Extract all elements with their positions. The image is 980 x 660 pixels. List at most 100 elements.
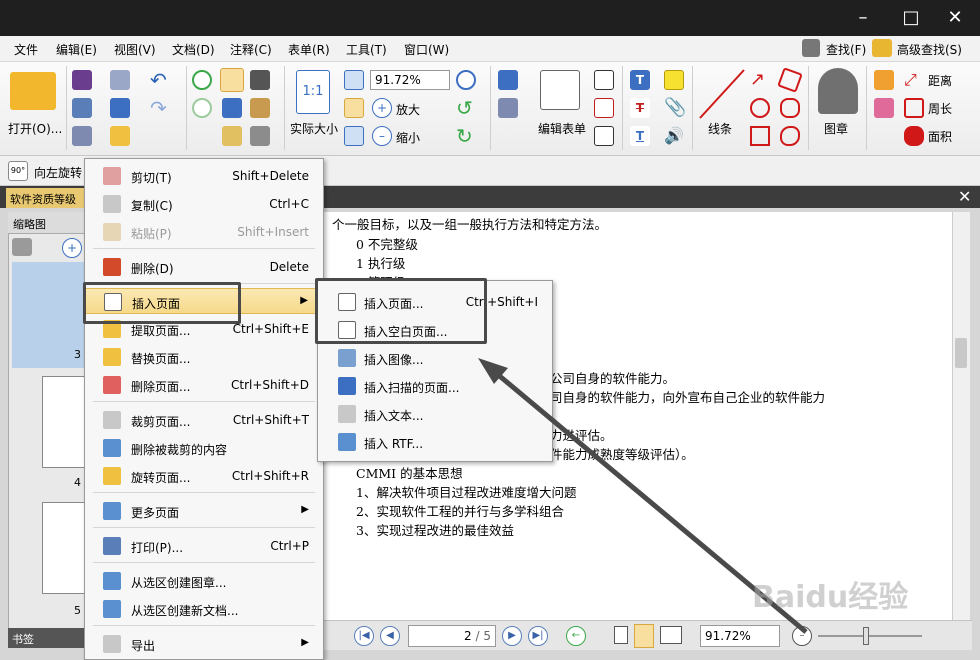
form-field-icon[interactable]: [498, 70, 518, 90]
menu-item-remove-cropped[interactable]: 删除被裁剪的内容: [85, 435, 323, 461]
menu-item-print[interactable]: 打印(P)... Ctrl+P: [85, 533, 323, 559]
attachment-icon[interactable]: 📎: [664, 98, 686, 118]
facing-page-icon[interactable]: [660, 626, 682, 644]
minimize-button[interactable]: –: [848, 6, 878, 30]
menu-file[interactable]: 文件: [14, 41, 38, 58]
zoom-in-thumb-icon[interactable]: +: [62, 238, 82, 258]
menu-window[interactable]: 窗口(W): [404, 41, 449, 58]
advanced-find-button[interactable]: 高级查找(S): [897, 41, 962, 58]
typewriter-icon[interactable]: [594, 98, 614, 118]
menu-item-delete[interactable]: 删除(D) Delete: [85, 254, 323, 280]
stamp-icon[interactable]: [818, 68, 858, 114]
menu-item-paste[interactable]: 粘贴(P) Shift+Insert: [85, 219, 323, 245]
underline-icon[interactable]: T: [630, 126, 650, 146]
submenu-item-insert-rtf[interactable]: 插入 RTF...: [318, 429, 552, 455]
print-icon[interactable]: [72, 98, 92, 118]
fit-visible-icon[interactable]: [344, 126, 364, 146]
thumbnail-5[interactable]: [42, 502, 86, 594]
ellipse-tool-icon[interactable]: [750, 98, 770, 118]
maximize-button[interactable]: □: [896, 6, 926, 30]
submenu-item-insert-image[interactable]: 插入图像...: [318, 345, 552, 371]
single-page-icon[interactable]: [614, 626, 628, 644]
text-highlight-icon[interactable]: T: [630, 70, 650, 90]
fit-width-icon[interactable]: [344, 98, 364, 118]
export-icon[interactable]: [72, 126, 92, 146]
new-doc-icon[interactable]: [110, 126, 130, 146]
perimeter-icon[interactable]: [904, 98, 924, 118]
zoom-out-icon[interactable]: –: [372, 126, 392, 146]
first-page-button[interactable]: |◀: [354, 626, 374, 646]
rectangle-tool-icon[interactable]: [750, 126, 770, 146]
prev-page-button[interactable]: ◀: [380, 626, 400, 646]
menu-form[interactable]: 表单(R): [288, 41, 330, 58]
submenu-item-insert-scanned[interactable]: 插入扫描的页面...: [318, 373, 552, 399]
menu-edit[interactable]: 编辑(E): [56, 41, 97, 58]
open-folder-icon[interactable]: [10, 72, 56, 110]
menu-item-export[interactable]: 导出 ▶: [85, 631, 323, 657]
scroll-thumb[interactable]: [955, 338, 967, 368]
strikeout-icon[interactable]: T: [630, 98, 650, 118]
open-button-label[interactable]: 打开(O)...: [8, 120, 62, 137]
page-icon[interactable]: [250, 126, 270, 146]
menu-item-more-pages[interactable]: 更多页面 ▶: [85, 498, 323, 524]
actual-size-icon[interactable]: 1:1: [296, 70, 330, 114]
distance-icon[interactable]: ⤢: [904, 70, 924, 90]
line-label[interactable]: 线条: [708, 120, 732, 137]
menu-item-cut[interactable]: 剪切(T) Shift+Delete: [85, 163, 323, 189]
document-tab[interactable]: 软件资质等级: [6, 188, 86, 208]
scan-icon[interactable]: [110, 98, 130, 118]
last-page-button[interactable]: ▶|: [528, 626, 548, 646]
callout-icon[interactable]: [594, 126, 614, 146]
next-page-button[interactable]: ▶: [502, 626, 522, 646]
menu-item-rotate-page[interactable]: 旋转页面... Ctrl+Shift+R: [85, 463, 323, 489]
zoom-out-label[interactable]: 缩小: [396, 129, 420, 146]
bookmark-tab[interactable]: 书签: [8, 628, 88, 648]
distance-label[interactable]: 距离: [928, 72, 952, 89]
zoom-in-icon[interactable]: +: [372, 98, 392, 118]
rotate-left-button[interactable]: 向左旋转: [34, 164, 82, 181]
nav-zoom-out-button[interactable]: –: [792, 626, 812, 646]
continuous-page-icon[interactable]: [634, 624, 654, 648]
menu-item-create-document[interactable]: 从选区创建新文档...: [85, 596, 323, 622]
polygon-tool-icon[interactable]: [780, 98, 800, 118]
forward-icon[interactable]: [192, 98, 212, 118]
edit-form-label[interactable]: 编辑表单: [538, 120, 586, 137]
nav-zoom-combo[interactable]: 91.72%: [700, 625, 780, 647]
rotate-left-90-icon[interactable]: 90°: [8, 161, 28, 181]
back-icon[interactable]: [192, 70, 212, 90]
actual-size-label[interactable]: 实际大小: [290, 120, 338, 137]
submenu-item-insert-text[interactable]: 插入文本...: [318, 401, 552, 427]
undo-icon[interactable]: ↶: [150, 70, 170, 90]
cloud-tool-icon[interactable]: [780, 126, 800, 146]
sound-icon[interactable]: 🔊: [664, 126, 684, 146]
menu-item-create-stamp[interactable]: 从选区创建图章...: [85, 568, 323, 594]
menu-comment[interactable]: 注释(C): [230, 41, 272, 58]
save-icon[interactable]: [72, 70, 92, 90]
note-icon[interactable]: [664, 70, 684, 90]
clipboard-icon[interactable]: [250, 98, 270, 118]
text-field-icon[interactable]: [498, 98, 518, 118]
back-view-button[interactable]: ←: [566, 626, 586, 646]
textbox-icon[interactable]: [594, 70, 614, 90]
area-label[interactable]: 面积: [928, 128, 952, 145]
menu-document[interactable]: 文档(D): [172, 41, 215, 58]
stamp-label[interactable]: 图章: [824, 120, 848, 137]
pencil-icon[interactable]: [874, 70, 894, 90]
zoom-slider[interactable]: [818, 635, 922, 637]
menu-item-replace-page[interactable]: 替换页面...: [85, 344, 323, 370]
zoom-combo[interactable]: 91.72%: [370, 70, 450, 90]
close-tab-icon[interactable]: ✕: [958, 187, 971, 206]
line-tool-icon[interactable]: [698, 68, 746, 120]
find-button[interactable]: 查找(F): [826, 41, 866, 58]
fit-page-icon[interactable]: [344, 70, 364, 90]
edit-form-icon[interactable]: [540, 70, 580, 110]
hand-tool-icon[interactable]: [220, 68, 244, 92]
zoom-in-label[interactable]: 放大: [396, 101, 420, 118]
area-icon[interactable]: [904, 126, 924, 146]
vertical-scrollbar[interactable]: [952, 212, 970, 620]
redo-icon[interactable]: ↷: [150, 98, 170, 118]
gear-icon[interactable]: [12, 238, 32, 256]
menu-tools[interactable]: 工具(T): [346, 41, 387, 58]
thumbnail-4[interactable]: [42, 376, 86, 468]
menu-item-copy[interactable]: 复制(C) Ctrl+C: [85, 191, 323, 217]
